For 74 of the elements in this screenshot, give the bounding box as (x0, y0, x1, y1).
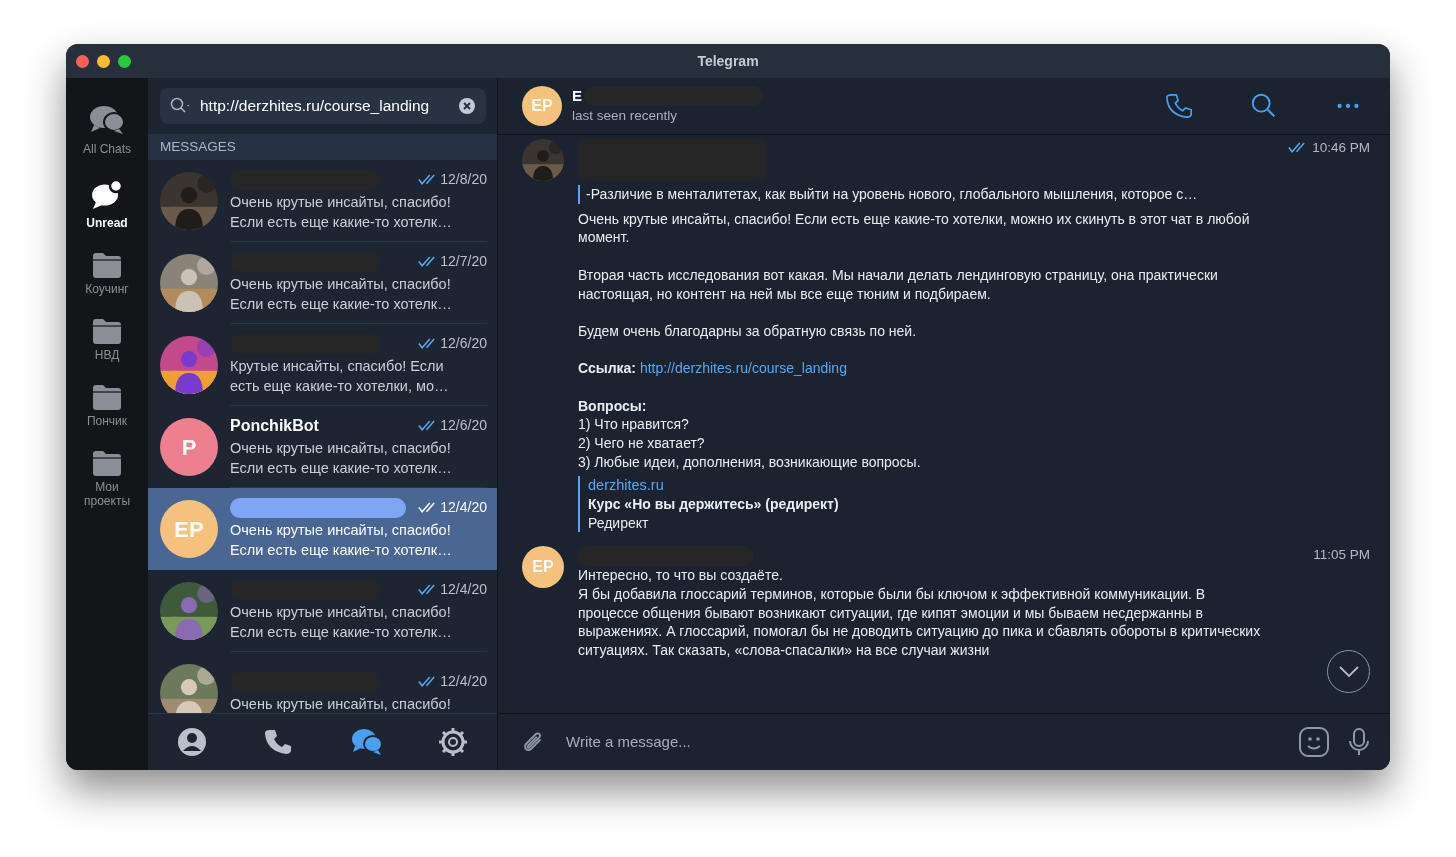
microphone-icon[interactable] (1348, 727, 1370, 757)
chat-preview: Очень крутые инсайты, спасибо! (230, 192, 452, 212)
chat-row[interactable]: 12/4/20 Очень крутые инсайты, спасибо! Если есть еще какие-то хотелк… (148, 570, 497, 653)
chat-row[interactable]: 12/8/20 Очень крутые инсайты, спасибо! Если есть еще какие-то хотелк… (148, 160, 497, 243)
message-time: 10:46 PM (1312, 139, 1370, 157)
folder-tab[interactable]: НВД (69, 314, 145, 366)
message-text: Будем очень благодарны за обратную связь по ней. (578, 321, 918, 341)
chat-preview: Крутые инсайты, спасибо! Если (230, 356, 445, 376)
folder-icon (92, 252, 122, 278)
message-time: 11:05 PM (1313, 546, 1370, 565)
avatar: EP (160, 500, 218, 559)
folder-tab[interactable]: Unread (69, 174, 145, 234)
contact-status: last seen recently (572, 106, 679, 125)
chat-date: 12/6/20 (440, 334, 487, 354)
chat-preview: Если есть еще какие-то хотелк… (230, 458, 453, 478)
chat-preview: Очень крутые инсайты, спасибо! (230, 694, 452, 713)
chat-preview: Если есть еще какие-то хотелк… (230, 540, 453, 560)
chats-icon (351, 727, 382, 757)
folder-tab[interactable]: Мои проекты (69, 446, 145, 512)
message-text: Очень крутые инсайты, спасибо! Если есть еще какие-то хотелки, можно их скинуть в этот чат в любой момент. (578, 209, 1251, 248)
chat-preview: есть еще какие-то хотелки, мо… (230, 376, 450, 396)
contact-name: E (572, 86, 582, 105)
search-icon[interactable] (1250, 92, 1278, 120)
link-label: Ссылка: (578, 360, 637, 377)
search-box[interactable]: http://derzhites.ru/course_landing (160, 88, 486, 124)
chat-name: PonchikBot (230, 415, 319, 436)
folder-icon (92, 384, 122, 410)
chat-date: 12/4/20 (440, 580, 487, 600)
settings-icon (438, 727, 469, 757)
chat-preview: Очень крутые инсайты, спасибо! (230, 438, 452, 458)
avatar: P (160, 418, 218, 477)
search-icon (170, 97, 192, 115)
minimize-button[interactable] (97, 54, 110, 68)
chat-preview: Очень крутые инсайты, спасибо! (230, 602, 452, 622)
chat-row[interactable]: 12/6/20 Крутые инсайты, спасибо! Если есть еще какие-то хотелки, мо… (148, 324, 497, 407)
avatar: EP (522, 546, 564, 589)
folder-icon (92, 318, 122, 344)
folder-tab[interactable]: Коучинг (69, 248, 145, 300)
sticker-icon[interactable] (1298, 726, 1330, 758)
chat-preview: Если есть еще какие-то хотелк… (230, 212, 453, 232)
chat-preview: Если есть еще какие-то хотелк… (230, 294, 453, 314)
message-text: Вторая часть исследования вот какая. Мы начали делать лендинговую страницу, она практически настоящая, но контент на ней мы все еще тюним и подбираем. (578, 265, 1219, 304)
message-text: Вопросы: 1) Что нравится? 2) Чего не хватает? 3) Любые идеи, дополнения, возникающие вопросы. (578, 396, 922, 472)
link-preview[interactable]: derzhites.ru Курс «Но вы держитесь» (редирект) Редирект (578, 476, 1370, 533)
chat-date: 12/6/20 (440, 416, 487, 436)
folder-icon (92, 450, 122, 476)
phone-icon (263, 727, 294, 757)
chat-preview: Очень крутые инсайты, спасибо! (230, 274, 452, 294)
message-text: Интересно, то что вы создаёте. Я бы добавила глоссарий терминов, которые были бы ключом к эффективной коммуникации. В процессе общения бывают возникают ситуации, где кипят эмоции и мы бываем несдержанны в выражениях. А глоссарий, помогал бы не доводить ситуацию до пика и сбавлять обороты в критических ситуациях. Так сказать, «слова-спасалки» на все случаи жизни (578, 566, 1262, 660)
folder-tab[interactable]: Пончик (69, 380, 145, 432)
close-button[interactable] (76, 54, 89, 68)
search-field[interactable]: http://derzhites.ru/course_landing (200, 94, 450, 118)
scroll-down-button[interactable] (1327, 650, 1370, 693)
chat-preview: Если есть еще какие-то хотелк… (230, 622, 453, 642)
quoted-message: -Различие в менталитетах, как выйти на уровень нового, глобального мышления, которое с… (578, 185, 1370, 204)
zoom-button[interactable] (118, 54, 131, 68)
section-header: MESSAGES (160, 139, 236, 154)
chat-date: 12/7/20 (440, 252, 487, 272)
profile-icon (176, 727, 207, 757)
window-title: Telegram (697, 52, 759, 69)
unread-chats-icon (90, 178, 124, 212)
folder-tab[interactable]: All Chats (69, 100, 145, 160)
chat-row[interactable]: EP 12/4/20 Очень крутые инсайты, спасибо! Если есть еще какие-то хотелк… (148, 488, 497, 571)
phone-icon[interactable] (1166, 92, 1194, 120)
chat-date: 12/4/20 (440, 498, 487, 518)
chevron-down-icon (1337, 664, 1360, 679)
chat-row[interactable]: 12/7/20 Очень крутые инсайты, спасибо! Если есть еще какие-то хотелк… (148, 242, 497, 325)
message-link[interactable]: http://derzhites.ru/course_landing (639, 360, 847, 377)
clear-icon[interactable] (458, 97, 476, 115)
chat-date: 12/4/20 (440, 672, 487, 692)
avatar: EP (522, 86, 562, 126)
message-input[interactable]: Write a message... (564, 729, 1280, 755)
chat-preview: Очень крутые инсайты, спасибо! (230, 520, 452, 540)
chat-date: 12/8/20 (440, 170, 487, 190)
